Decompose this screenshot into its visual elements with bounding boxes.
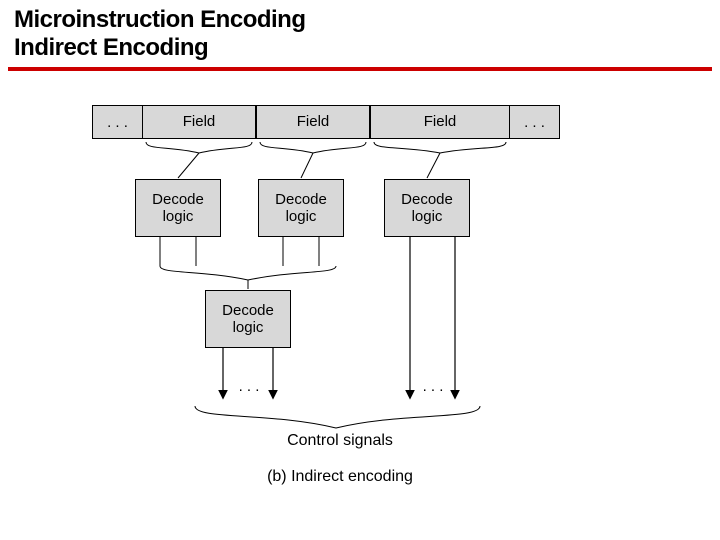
figure-caption: (b) Indirect encoding (240, 468, 440, 486)
title-underline (8, 67, 712, 71)
title-line-2: Indirect Encoding (14, 34, 208, 61)
title-line-1: Microinstruction Encoding (14, 6, 306, 33)
control-signals-label: Control signals (250, 432, 430, 450)
ellipsis-dots: . . . (418, 378, 448, 395)
diagram-area: . . . Field Field Field . . . Decode log… (0, 90, 720, 520)
slide-title: Microinstruction Encoding Indirect Encod… (0, 0, 720, 65)
diagram-wires (0, 90, 720, 520)
ellipsis-dots: . . . (234, 378, 264, 395)
